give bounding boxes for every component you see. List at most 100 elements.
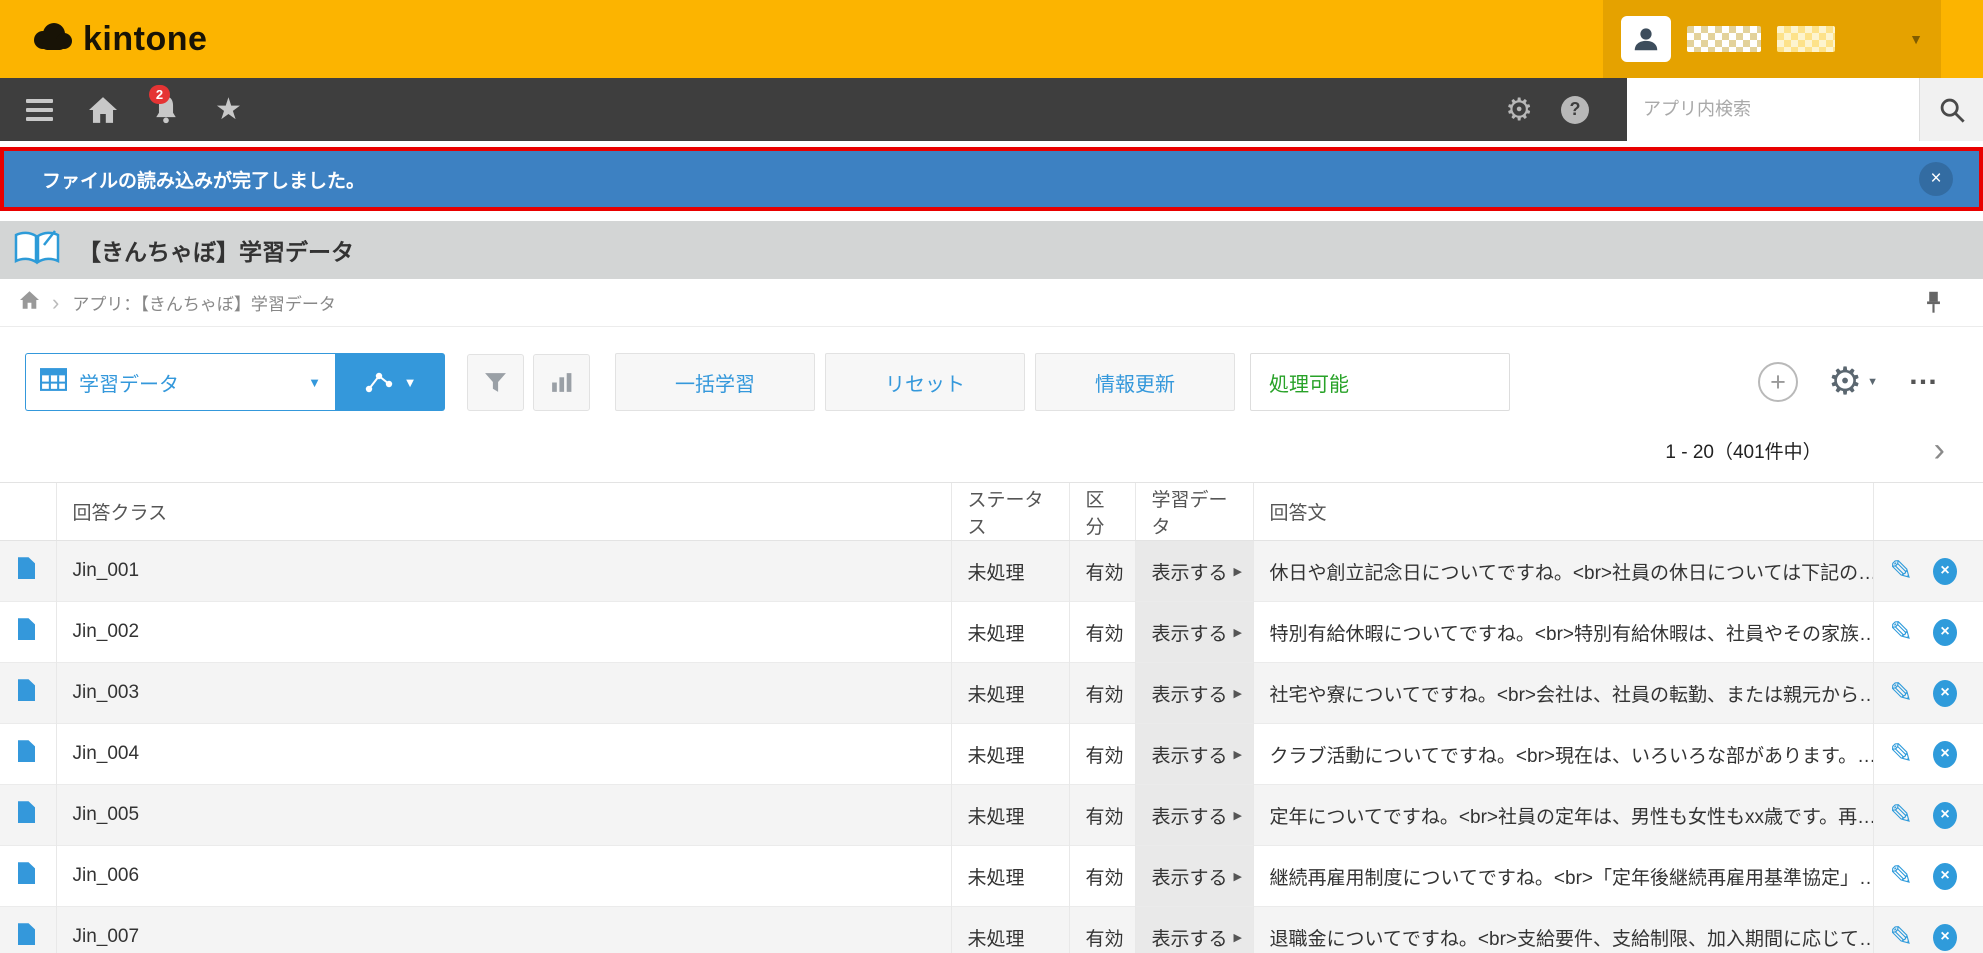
- edit-record-icon[interactable]: ✎: [1890, 740, 1913, 768]
- app-settings-chevron-down-icon: ▼: [1867, 376, 1878, 388]
- records-table: 回答クラス ステータス 区分 学習データ 回答文 Jin_001 未処理 有効 …: [0, 482, 1983, 953]
- cell-status: 未処理: [951, 907, 1069, 953]
- account-chevron-down-icon[interactable]: ▼: [1909, 31, 1923, 47]
- cell-status: 未処理: [951, 541, 1069, 602]
- edit-record-icon[interactable]: ✎: [1890, 862, 1913, 890]
- cell-answer-class: Jin_001: [56, 541, 951, 602]
- view-selector-dropdown[interactable]: 学習データ ▼: [25, 353, 335, 411]
- pin-icon[interactable]: [1926, 291, 1963, 314]
- delete-record-icon[interactable]: ×: [1933, 680, 1957, 707]
- app-settings-button[interactable]: ⚙ ▼: [1828, 363, 1878, 401]
- app-search: [1627, 78, 1983, 141]
- learning-data-toggle[interactable]: 表示する ▶: [1152, 558, 1242, 585]
- cell-status: 未処理: [951, 724, 1069, 785]
- help-icon[interactable]: ?: [1561, 96, 1589, 124]
- user-avatar[interactable]: [1621, 16, 1671, 62]
- edit-record-icon[interactable]: ✎: [1890, 679, 1913, 707]
- edit-record-icon[interactable]: ✎: [1890, 618, 1913, 646]
- record-document-icon[interactable]: [18, 618, 35, 640]
- cell-answer-text: 社宅や寮についてですね。<br>会社は、社員の転勤、または親元から…: [1253, 663, 1873, 724]
- kintone-logo[interactable]: kintone: [0, 20, 207, 59]
- search-button[interactable]: [1919, 78, 1983, 141]
- cell-kubun: 有効: [1069, 785, 1135, 846]
- delete-record-icon[interactable]: ×: [1933, 863, 1957, 890]
- record-document-icon[interactable]: [18, 740, 35, 762]
- table-grid-icon: [40, 368, 67, 396]
- pagination: 1 - 20（401件中） ›: [0, 411, 1983, 478]
- header-learning-data[interactable]: 学習データ: [1135, 483, 1253, 541]
- user-name-redacted: [1687, 26, 1761, 52]
- header-answer-text[interactable]: 回答文: [1253, 483, 1873, 541]
- cell-answer-text: 退職金についてですね。<br>支給要件、支給制限、加入期間に応じて…: [1253, 907, 1873, 953]
- record-document-icon[interactable]: [18, 801, 35, 823]
- more-options-button[interactable]: …: [1908, 369, 1941, 395]
- learning-data-toggle[interactable]: 表示する ▶: [1152, 741, 1242, 768]
- toolbar: 学習データ ▼ ▼ 一括学習 リセット 情報更新 処理可能 + ⚙ ▼ …: [0, 353, 1983, 411]
- hamburger-menu-icon[interactable]: [26, 99, 53, 121]
- header-status[interactable]: ステータス: [951, 483, 1069, 541]
- table-row: Jin_006 未処理 有効 表示する ▶ 継続再雇用制度についてですね。<br…: [0, 846, 1983, 907]
- cell-status: 未処理: [951, 785, 1069, 846]
- learning-data-toggle[interactable]: 表示する ▶: [1152, 619, 1242, 646]
- graph-chevron-down-icon: ▼: [404, 375, 417, 390]
- navbar: 2 ★ ⚙ ?: [0, 78, 1983, 141]
- learning-data-toggle[interactable]: 表示する ▶: [1152, 863, 1242, 890]
- record-document-icon[interactable]: [18, 923, 35, 945]
- banner-close-icon[interactable]: ×: [1919, 162, 1953, 196]
- cell-answer-class: Jin_006: [56, 846, 951, 907]
- cell-kubun: 有効: [1069, 541, 1135, 602]
- learning-data-toggle[interactable]: 表示する ▶: [1152, 802, 1242, 829]
- breadcrumb-app-link[interactable]: アプリ：【きんちゃぼ】学習データ: [72, 290, 336, 315]
- next-page-chevron-icon[interactable]: ›: [1934, 437, 1945, 464]
- cell-kubun: 有効: [1069, 907, 1135, 953]
- delete-record-icon[interactable]: ×: [1933, 558, 1957, 585]
- graph-button[interactable]: ▼: [335, 353, 445, 411]
- cell-answer-class: Jin_002: [56, 602, 951, 663]
- record-range-text: 1 - 20（401件中）: [1665, 437, 1821, 464]
- table-row: Jin_004 未処理 有効 表示する ▶ クラブ活動についてですね。<br>現…: [0, 724, 1983, 785]
- processable-button[interactable]: 処理可能: [1250, 353, 1510, 411]
- breadcrumb-home-icon[interactable]: [20, 291, 39, 314]
- edit-record-icon[interactable]: ✎: [1890, 923, 1913, 951]
- delete-record-icon[interactable]: ×: [1933, 924, 1957, 951]
- delete-record-icon[interactable]: ×: [1933, 802, 1957, 829]
- delete-record-icon[interactable]: ×: [1933, 741, 1957, 768]
- banner-message: ファイルの読み込みが完了しました。: [42, 166, 365, 193]
- reset-button[interactable]: リセット: [825, 353, 1025, 411]
- person-icon: [1631, 24, 1661, 54]
- notification-count-badge: 2: [149, 85, 170, 104]
- delete-record-icon[interactable]: ×: [1933, 619, 1957, 646]
- learning-data-toggle[interactable]: 表示する ▶: [1152, 680, 1242, 707]
- app-header: 【きんちゃぼ】学習データ: [0, 221, 1983, 279]
- home-icon[interactable]: [89, 97, 117, 123]
- record-document-icon[interactable]: [18, 557, 35, 579]
- bar-chart-icon: [549, 370, 574, 395]
- learning-data-toggle[interactable]: 表示する ▶: [1152, 924, 1242, 951]
- filter-button[interactable]: [467, 354, 524, 411]
- app-book-icon: [14, 229, 60, 272]
- cell-answer-text: 休日や創立記念日についてですね。<br>社員の休日については下記の…: [1253, 541, 1873, 602]
- header-kubun[interactable]: 区分: [1069, 483, 1135, 541]
- view-selector-chevron-down-icon: ▼: [308, 375, 321, 390]
- expand-triangle-icon: ▶: [1234, 748, 1242, 761]
- header-answer-class[interactable]: 回答クラス: [56, 483, 951, 541]
- add-record-button[interactable]: +: [1758, 362, 1798, 402]
- notifications-bell-icon[interactable]: 2: [153, 95, 179, 124]
- record-document-icon[interactable]: [18, 679, 35, 701]
- breadcrumb: › アプリ：【きんちゃぼ】学習データ: [0, 279, 1983, 327]
- chart-button[interactable]: [533, 354, 590, 411]
- cell-answer-text: クラブ活動についてですね。<br>現在は、いろいろな部があります。…: [1253, 724, 1873, 785]
- record-document-icon[interactable]: [18, 862, 35, 884]
- bulk-learn-button[interactable]: 一括学習: [615, 353, 815, 411]
- search-icon: [1938, 96, 1966, 124]
- expand-triangle-icon: ▶: [1234, 931, 1242, 944]
- favorites-star-icon[interactable]: ★: [215, 95, 242, 125]
- edit-record-icon[interactable]: ✎: [1890, 801, 1913, 829]
- settings-gear-icon[interactable]: ⚙: [1505, 94, 1533, 125]
- cell-kubun: 有効: [1069, 846, 1135, 907]
- refresh-button[interactable]: 情報更新: [1035, 353, 1235, 411]
- cell-answer-text: 特別有給休暇についてですね。<br>特別有給休暇は、社員やその家族…: [1253, 602, 1873, 663]
- cell-answer-class: Jin_007: [56, 907, 951, 953]
- search-input[interactable]: [1627, 78, 1919, 141]
- edit-record-icon[interactable]: ✎: [1890, 557, 1913, 585]
